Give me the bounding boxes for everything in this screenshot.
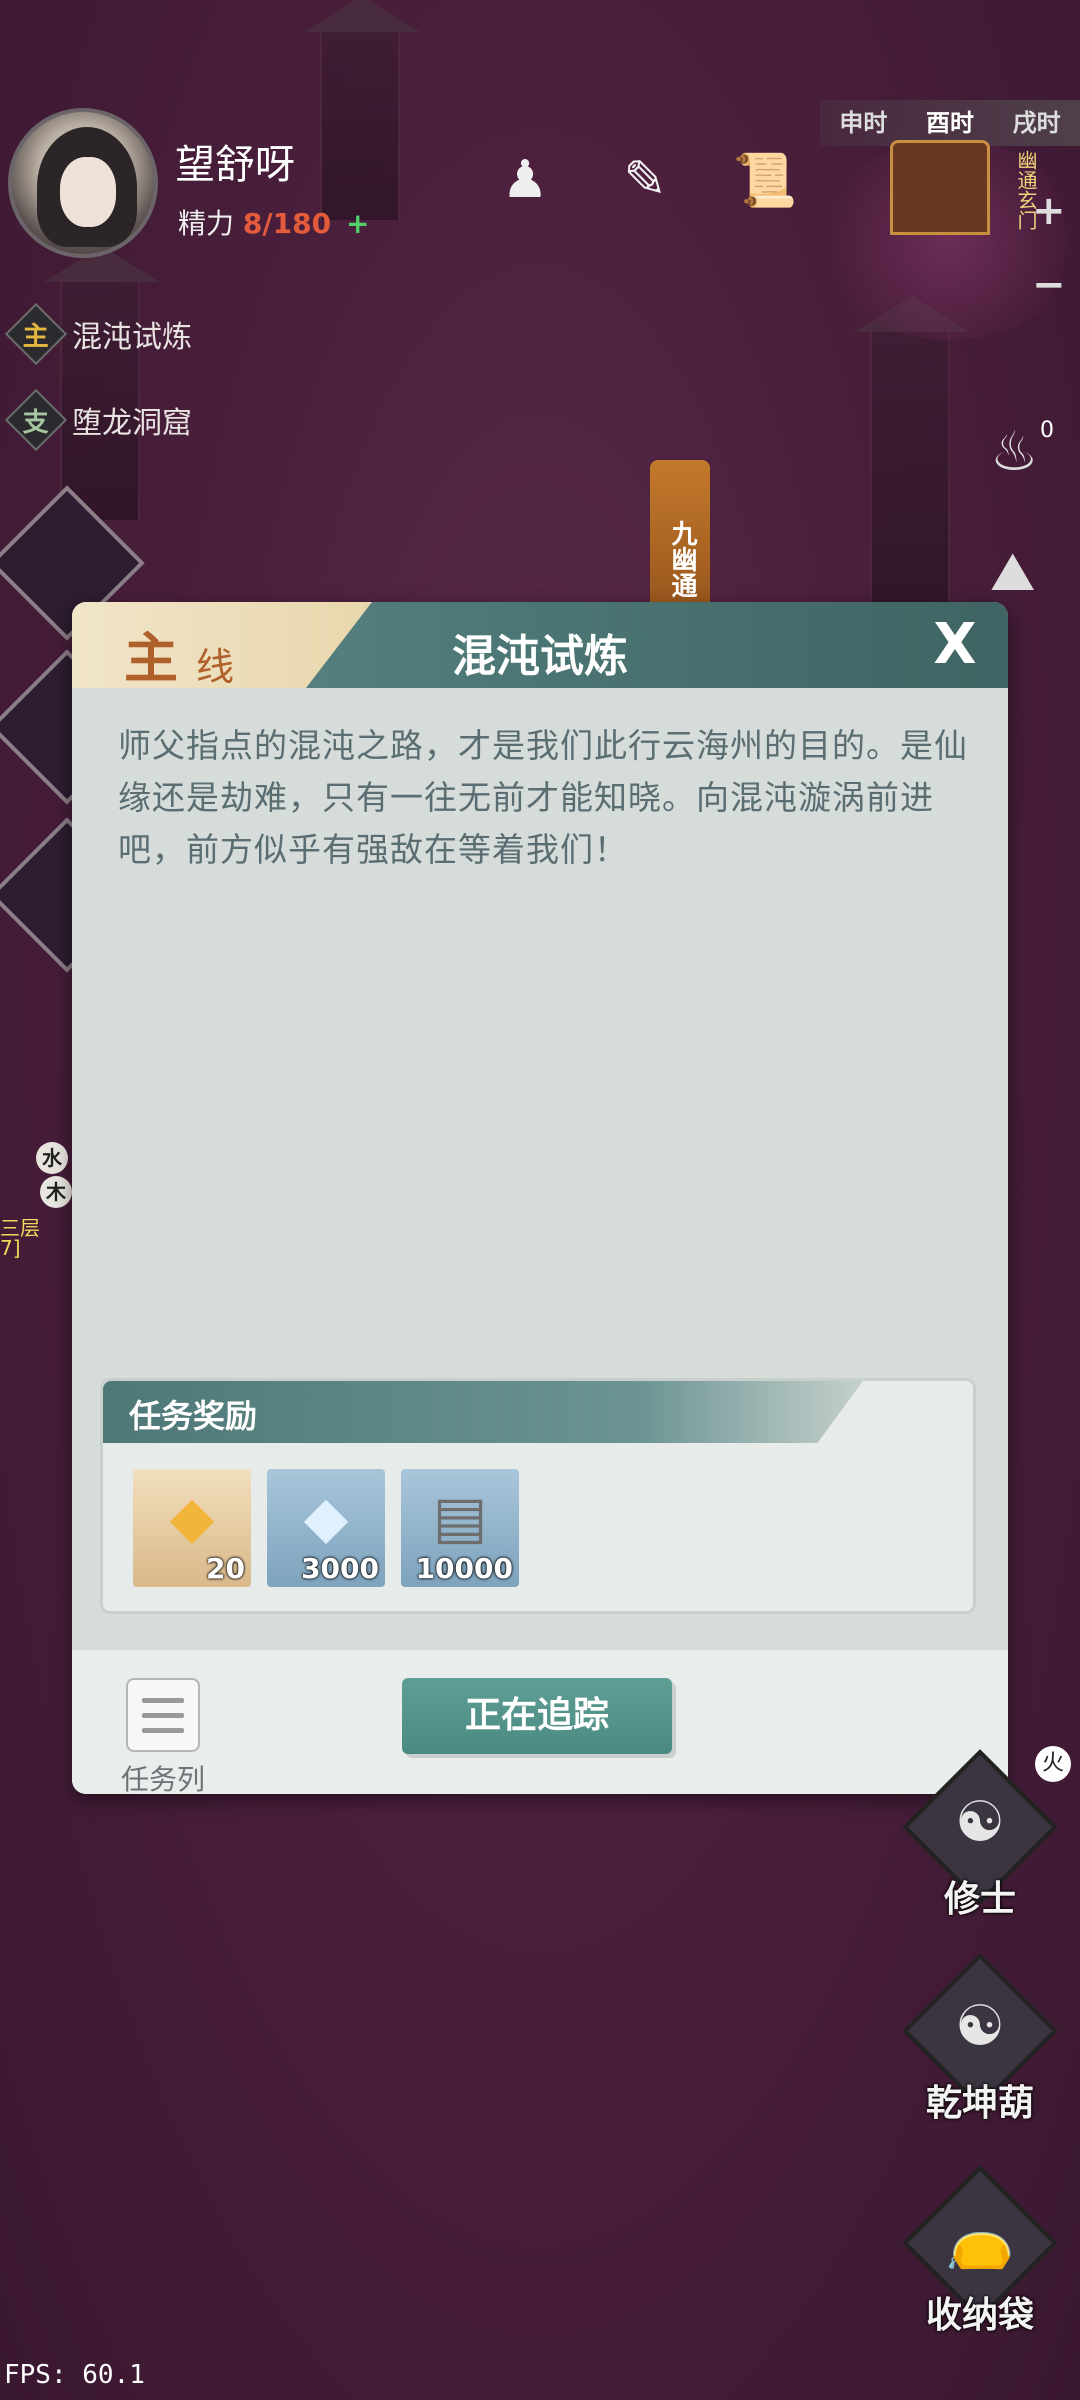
reward-item[interactable]: ◆ 3000 xyxy=(267,1469,385,1587)
signpost-text: 九幽通 xyxy=(667,520,697,598)
crystal-icon: ◆ xyxy=(169,1483,215,1551)
reward-count: 3000 xyxy=(301,1552,379,1585)
reward-title: 任务奖励 xyxy=(129,1397,258,1435)
quest-list-label: 任务列表 xyxy=(120,1763,205,1794)
time-xu: 戌时 xyxy=(1012,109,1061,137)
pagoda-tower xyxy=(854,296,970,630)
chess-piece-icon[interactable]: ♟ xyxy=(490,140,560,220)
quest-list-button[interactable]: 任务列表 xyxy=(108,1678,218,1794)
side-quest-tag: 支 xyxy=(4,388,68,452)
close-button[interactable]: X xyxy=(922,612,988,678)
quest-title: 堕龙洞窟 xyxy=(72,406,192,441)
quest-description: 师父指点的混沌之路，才是我们此行云海州的目的。是仙缘还是劫难，只有一往无前才能知… xyxy=(118,726,968,869)
brush-scroll-icon[interactable]: ✎ xyxy=(610,140,680,220)
lantern-badge: 0 xyxy=(1040,418,1054,443)
quest-tracker-main[interactable]: 主 混沌试炼 xyxy=(4,302,192,366)
dialog-footer: 任务列表 正在追踪 xyxy=(72,1650,1008,1794)
cultivator-icon: ☯ xyxy=(954,1790,1006,1855)
cultivator-button[interactable]: ☯ 修士 xyxy=(900,1749,1060,1920)
reward-count: 20 xyxy=(206,1552,245,1585)
reward-list: ◆ 20 ◆ 3000 ▤ 10000 xyxy=(133,1469,519,1587)
dialog-title: 混沌试炼 xyxy=(452,631,628,682)
lantern-icon[interactable]: ♨ xyxy=(990,420,1038,483)
map-scroll-icon[interactable]: 📜 xyxy=(730,140,800,220)
storage-bag-button[interactable]: 👝 收纳袋 xyxy=(900,2165,1060,2336)
time-shen: 申时 xyxy=(839,109,888,137)
zoom-in-button[interactable]: + xyxy=(1032,188,1066,234)
quest-dialog: 主 线 混沌试炼 X 师父指点的混沌之路，才是我们此行云海州的目的。是仙缘还是劫… xyxy=(72,602,1008,1794)
reward-item[interactable]: ◆ 20 xyxy=(133,1469,251,1587)
zoom-out-button[interactable]: − xyxy=(1032,262,1066,308)
quest-title: 混沌试炼 xyxy=(72,320,192,355)
fps-counter: FPS: 60.1 xyxy=(4,2360,145,2390)
reward-item[interactable]: ▤ 10000 xyxy=(401,1469,519,1587)
dialog-header: 主 线 混沌试炼 X xyxy=(72,602,1008,690)
gourd-icon: ☯ xyxy=(954,1994,1006,2059)
gourd-button[interactable]: ☯ 乾坤葫 xyxy=(900,1953,1060,2124)
mountain-icon[interactable]: ⛰ xyxy=(990,540,1035,604)
storage-bag-label: 收纳袋 xyxy=(925,2295,1034,2336)
gate-icon[interactable] xyxy=(890,140,990,235)
reward-count: 10000 xyxy=(415,1552,513,1585)
water-element-badge: 水 xyxy=(36,1142,68,1174)
wood-element-badge: 木 xyxy=(40,1176,72,1208)
player-name: 望舒呀 xyxy=(175,142,295,188)
scroll-icon: ▤ xyxy=(432,1483,488,1551)
bag-icon: 👝 xyxy=(945,2207,1015,2272)
spirit-stone-icon: ◆ xyxy=(303,1483,349,1551)
energy-add-button[interactable]: + xyxy=(346,207,369,240)
top-toolbar: ♟ ✎ 📜 xyxy=(490,140,800,220)
energy-display[interactable]: 精力 8/180 + xyxy=(178,202,369,242)
floor-count: 7] xyxy=(0,1236,21,1260)
gourd-label: 乾坤葫 xyxy=(925,2083,1034,2124)
quest-tracker-side[interactable]: 支 堕龙洞窟 xyxy=(4,388,192,452)
list-icon xyxy=(126,1678,200,1752)
cultivator-label: 修士 xyxy=(943,1879,1016,1920)
reward-panel: 任务奖励 ◆ 20 ◆ 3000 ▤ 10000 xyxy=(100,1378,976,1614)
energy-value: 8/180 xyxy=(242,207,332,240)
tracking-button[interactable]: 正在追踪 xyxy=(402,1678,672,1754)
main-quest-tag: 主 xyxy=(4,302,68,366)
pagoda-tower xyxy=(304,0,420,220)
energy-label: 精力 xyxy=(178,207,235,240)
player-avatar[interactable] xyxy=(8,108,158,258)
